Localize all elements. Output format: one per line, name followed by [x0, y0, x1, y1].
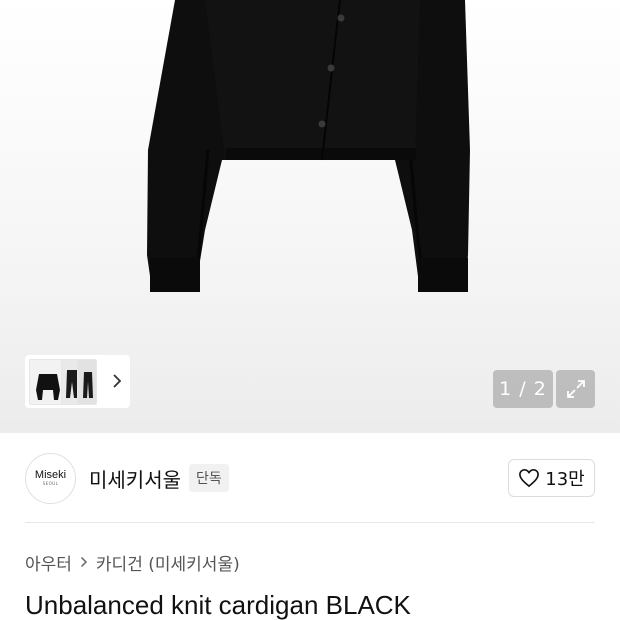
breadcrumb-item-outer[interactable]: 아우터 — [25, 550, 72, 575]
brand-row: Miseki SEOUL 미세키서울 단독 13만 — [25, 452, 595, 504]
chevron-right-icon — [80, 553, 88, 572]
exclusive-badge: 단독 — [189, 464, 229, 492]
brand-logo-subtext: SEOUL — [42, 481, 59, 486]
brand-name[interactable]: 미세키서울 — [89, 464, 181, 493]
divider — [25, 522, 595, 523]
like-button[interactable]: 13만 — [508, 459, 595, 497]
product-image-gallery[interactable]: 1 / 2 — [0, 0, 620, 433]
brand-logo[interactable]: Miseki SEOUL — [25, 452, 76, 504]
like-count: 13만 — [545, 469, 585, 490]
breadcrumb-item-cardigan[interactable]: 카디건 (미세키서울) — [96, 550, 240, 575]
brand-logo-text: Miseki — [34, 469, 67, 481]
thumbnail-3[interactable] — [77, 358, 97, 405]
thumbnail-1[interactable] — [29, 358, 65, 405]
thumbnail-strip[interactable] — [25, 355, 130, 408]
image-pager: 1 / 2 — [493, 370, 553, 408]
chevron-right-icon[interactable] — [110, 370, 124, 392]
product-title: Unbalanced knit cardigan BLACK — [25, 590, 411, 620]
heart-icon — [519, 468, 540, 488]
expand-icon[interactable] — [556, 370, 595, 408]
breadcrumb: 아우터 카디건 (미세키서울) — [25, 550, 240, 575]
